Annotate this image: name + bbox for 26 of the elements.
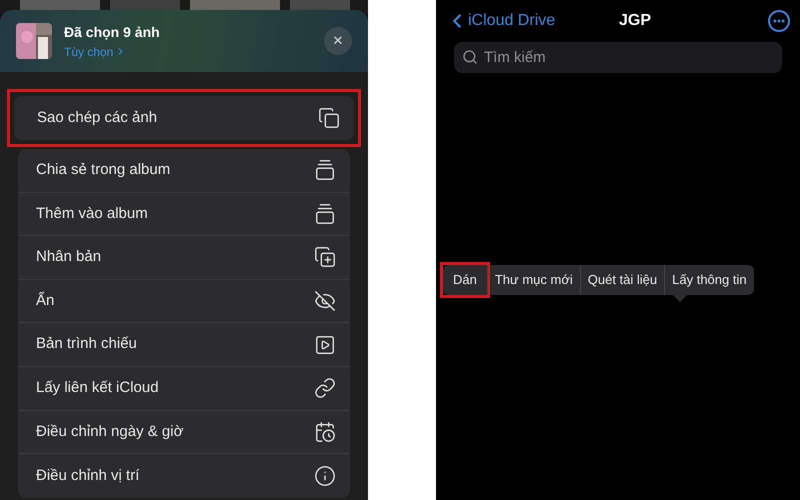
copy-icon [318,107,340,129]
folder-title: JGP [619,11,652,31]
close-button[interactable]: ✕ [324,27,352,55]
context-menu-item[interactable]: Thư mục mới [486,265,580,295]
selection-title: Đã chọn 9 ảnh [64,22,161,42]
menu-item[interactable]: Lấy liên kết iCloud [18,366,350,411]
search-field[interactable]: Tìm kiếm [454,42,782,73]
menu-item[interactable]: Sao chép các ảnh [14,96,354,140]
calendar-clock-icon [314,420,336,443]
more-button[interactable] [768,10,790,32]
back-button[interactable]: iCloud Drive [446,9,556,33]
eye-off-icon [314,290,336,312]
link-icon [314,377,336,400]
menu-item[interactable]: Điều chỉnh vị trí [18,454,350,498]
menu-item[interactable]: Bản trình chiếu [18,323,350,367]
menu-item[interactable]: Ẩn [18,280,350,324]
shared-album-icon [314,159,336,182]
play-icon [314,334,336,356]
menu-item[interactable]: Nhân bản [18,236,350,280]
search-icon [462,49,478,65]
menu-item[interactable]: Điều chỉnh ngày & giờ [18,410,350,454]
duplicate-icon [314,246,336,268]
context-menu-item[interactable]: Dán [443,265,487,295]
menu-item[interactable]: Chia sẻ trong album [18,149,350,193]
menu-item[interactable]: Thêm vào album [18,192,350,236]
context-menu-item[interactable]: Quét tài liệu [580,265,664,295]
